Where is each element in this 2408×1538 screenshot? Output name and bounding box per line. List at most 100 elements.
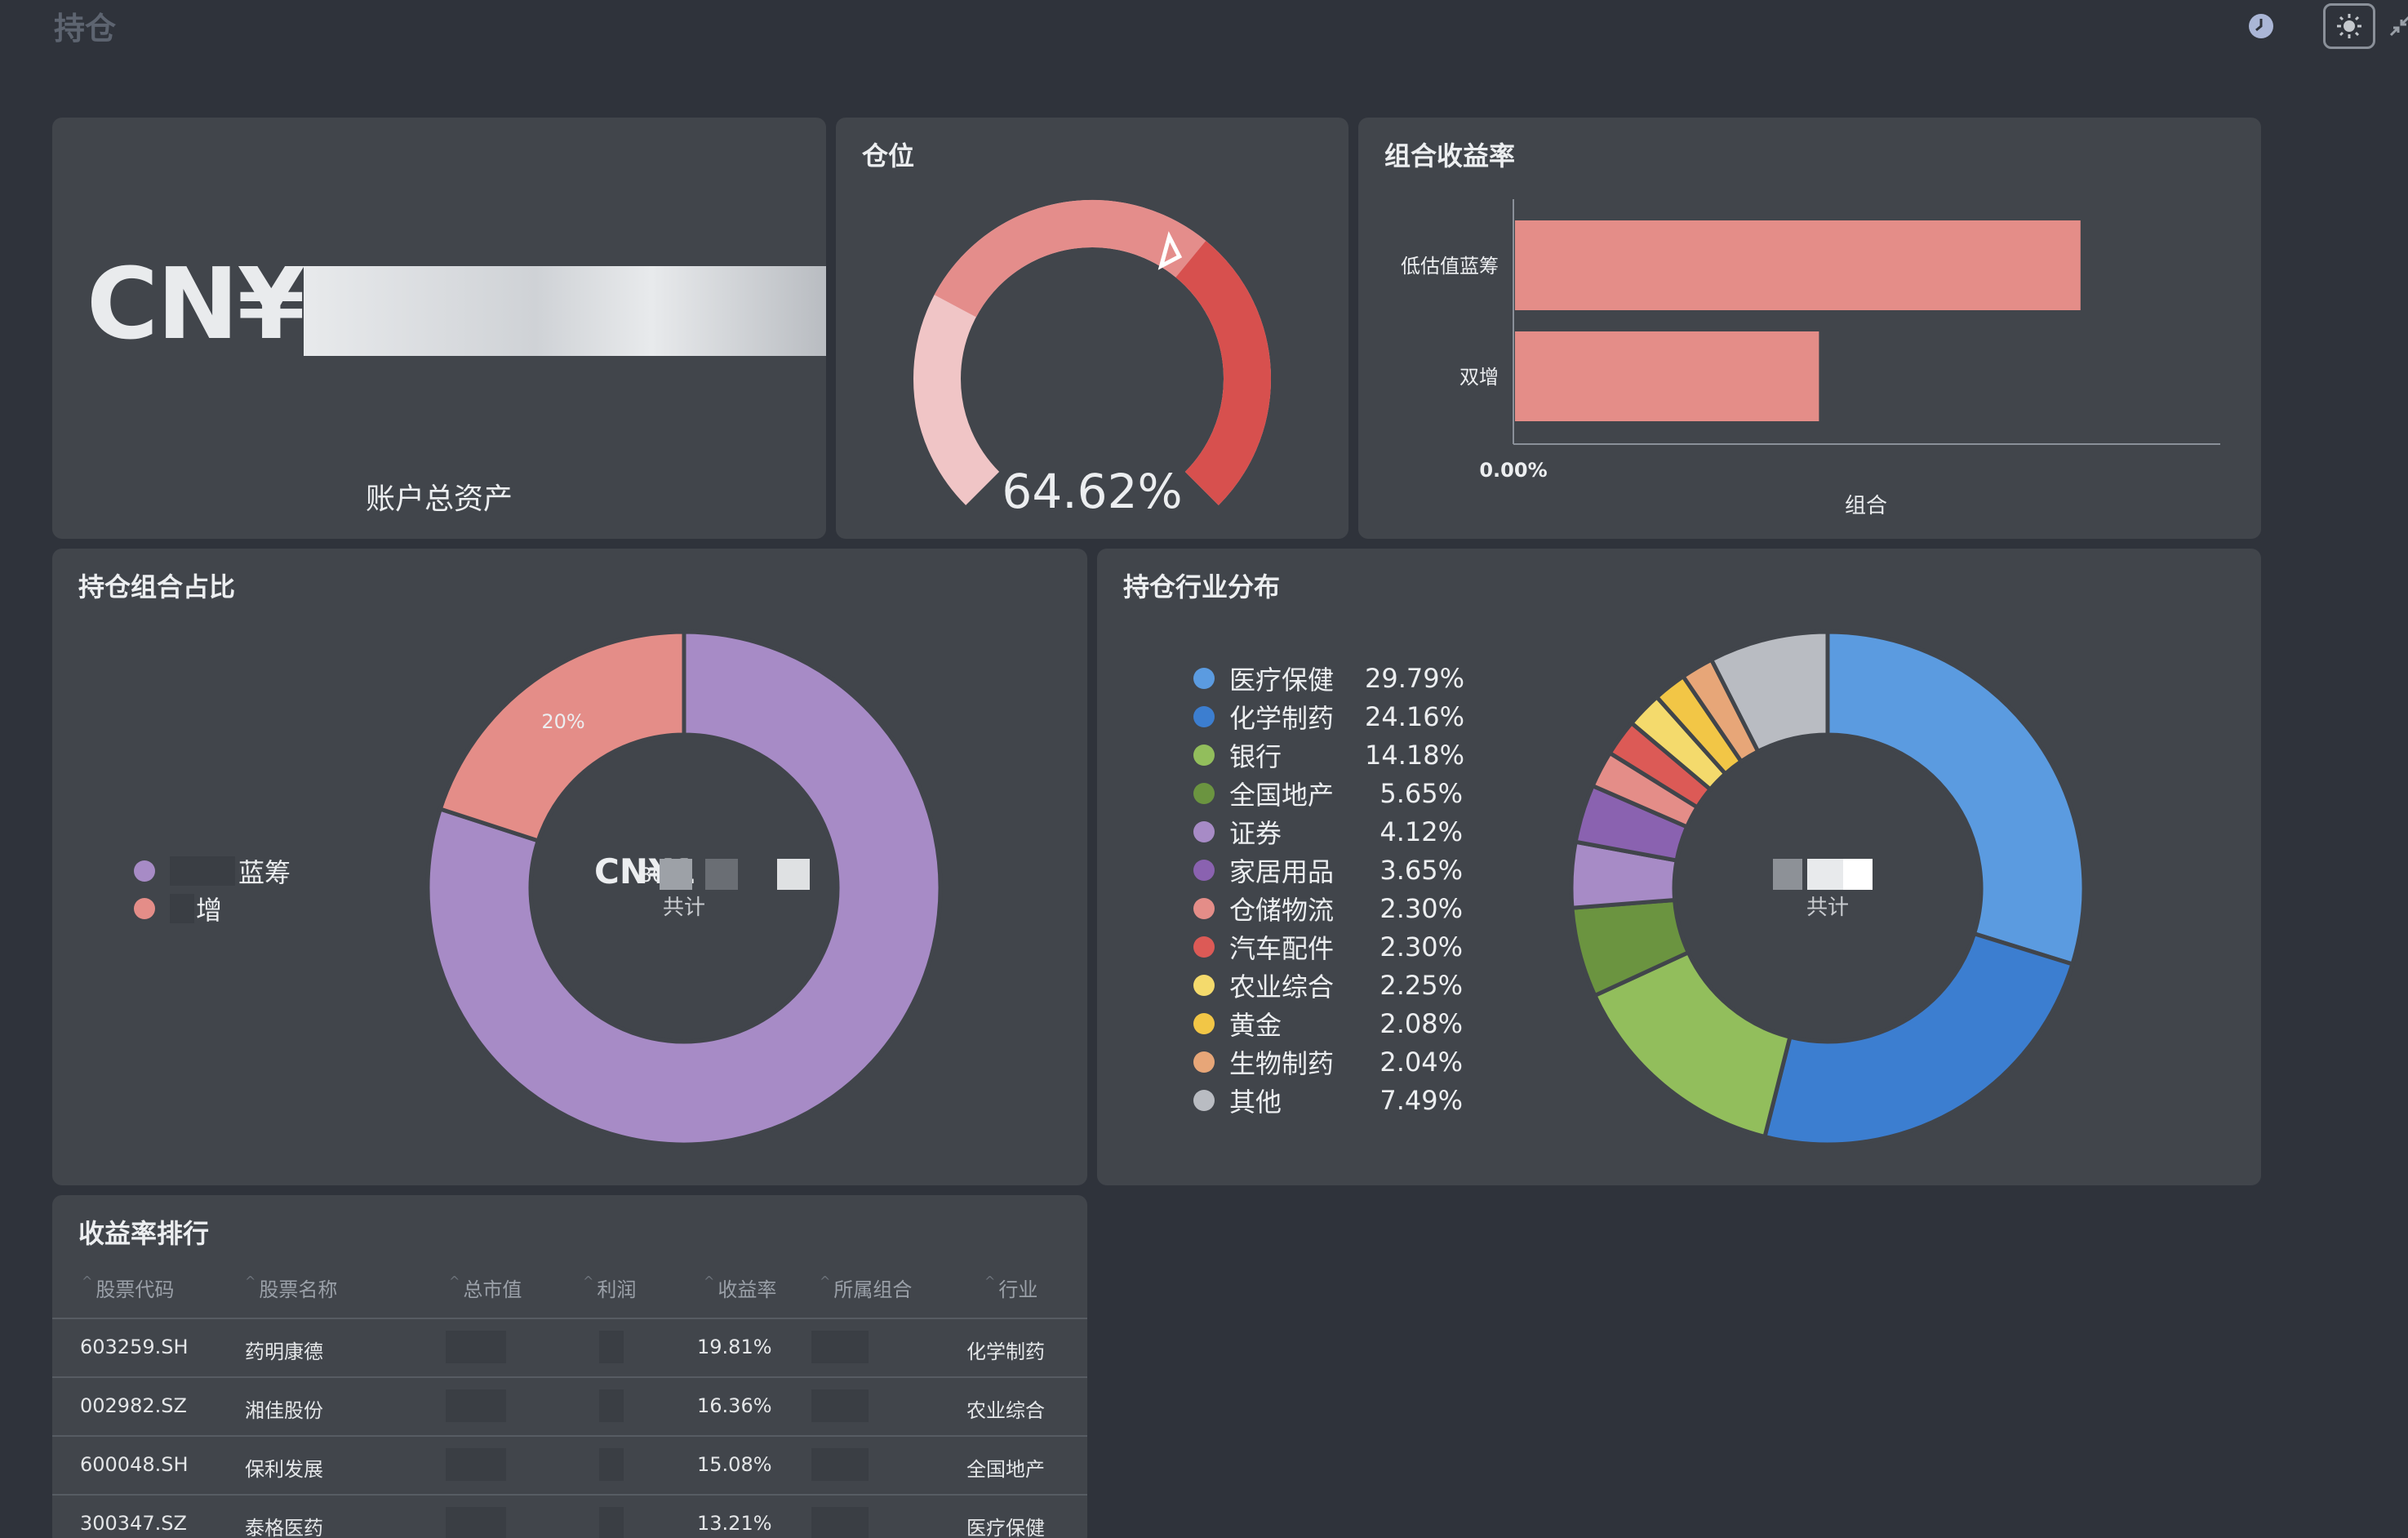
legend-label: 仓储物流	[1229, 895, 1335, 926]
industry-legend-item[interactable]: 仓储物流 2.30%	[1193, 890, 1463, 927]
industry-slice[interactable]	[1762, 931, 2076, 1147]
table-cell: 药明康德	[245, 1340, 323, 1363]
legend-percent: 2.25%	[1379, 970, 1463, 1001]
table-cell: 13.21%	[697, 1512, 772, 1535]
row-divider	[52, 1494, 1087, 1496]
sort-icon[interactable]: ^	[583, 1274, 593, 1289]
sort-icon[interactable]: ^	[245, 1274, 255, 1289]
industry-slice[interactable]	[1825, 629, 2086, 967]
sort-icon[interactable]: ^	[984, 1274, 995, 1289]
masked-cell	[599, 1331, 624, 1363]
y-tick-label: 低估值蓝筹	[1401, 255, 1499, 278]
industry-legend-item[interactable]: 农业综合 2.25%	[1193, 967, 1463, 1004]
sort-icon[interactable]: ^	[704, 1274, 714, 1289]
industry-legend-item[interactable]: 家居用品 3.65%	[1193, 851, 1463, 889]
table-cell: 保利发展	[245, 1458, 323, 1481]
table-cell: 19.81%	[697, 1336, 772, 1358]
legend-dot	[1193, 745, 1215, 766]
position-card: 仓位 64.62%	[836, 118, 1348, 539]
masked-cell	[811, 1507, 869, 1538]
industry-legend-item[interactable]: 化学制药 24.16%	[1193, 698, 1465, 736]
table-header[interactable]: ^ 收益率	[704, 1274, 776, 1302]
sort-icon[interactable]: ^	[820, 1274, 830, 1289]
table-cell: 002982.SZ	[80, 1394, 187, 1417]
legend-dot	[1193, 706, 1215, 727]
masked-value	[1807, 859, 1843, 890]
legend-percent: 7.49%	[1379, 1085, 1463, 1116]
table-header[interactable]: ^ 总市值	[449, 1274, 522, 1302]
industry-legend-item[interactable]: 医疗保健 29.79%	[1193, 660, 1465, 697]
industry-legend-item[interactable]: 生物制药 2.04%	[1193, 1043, 1463, 1081]
x-axis-label: 组合	[1845, 494, 1887, 518]
masked-value	[660, 859, 692, 890]
masked-cell	[811, 1448, 869, 1481]
masked-value	[777, 859, 810, 890]
table-header[interactable]: ^ 股票名称	[245, 1274, 337, 1302]
table-cell: 泰格医药	[245, 1517, 323, 1538]
table-header[interactable]: ^ 所属组合	[820, 1274, 912, 1302]
table-cell: 湘佳股份	[245, 1399, 323, 1422]
row-divider	[52, 1376, 1087, 1378]
portfolio-share-donut: 80% 20% CN¥1 共计	[425, 629, 943, 1147]
legend-dot	[1193, 821, 1215, 842]
portfolio-share-card: 持仓组合占比 蓝筹 增 80% 20% CN¥1 共计	[52, 549, 1087, 1185]
sun-icon[interactable]	[2323, 3, 2375, 49]
return-bar[interactable]	[1515, 331, 1819, 421]
ranking-card: 收益率排行	[52, 1195, 1087, 1538]
legend-dot	[1193, 936, 1215, 958]
legend-label: 证券	[1229, 818, 1282, 849]
legend-dot	[1193, 898, 1215, 919]
currency-symbol: CN¥	[87, 248, 305, 362]
ranking-title: 收益率排行	[78, 1218, 210, 1249]
masked-value	[705, 859, 738, 890]
legend-percent: 2.30%	[1379, 893, 1463, 924]
legend-percent: 24.16%	[1365, 701, 1465, 732]
return-bar[interactable]	[1515, 220, 2081, 310]
legend-percent: 29.79%	[1365, 663, 1465, 694]
legend-label: 化学制药	[1229, 703, 1335, 734]
x-tick-label: 0.00%	[1479, 459, 1547, 482]
industry-legend-item[interactable]: 其他 7.49%	[1193, 1082, 1463, 1119]
masked-cell	[599, 1448, 624, 1481]
legend-percent: 4.12%	[1379, 816, 1463, 847]
masked-cell	[811, 1389, 869, 1422]
masked-amount	[304, 266, 826, 357]
table-cell: 农业综合	[966, 1399, 1045, 1422]
collapse-icon[interactable]	[2374, 3, 2408, 49]
table-cell: 化学制药	[966, 1340, 1045, 1363]
industry-center-label: 共计	[1806, 896, 1849, 920]
masked-cell	[446, 1389, 506, 1422]
industry-legend-item[interactable]: 证券 4.12%	[1193, 813, 1463, 851]
legend-percent: 14.18%	[1365, 740, 1465, 771]
masked-cell	[446, 1448, 506, 1481]
industry-legend-item[interactable]: 银行 14.18%	[1193, 736, 1465, 774]
industry-legend-item[interactable]: 黄金 2.08%	[1193, 1005, 1463, 1042]
legend-percent: 2.30%	[1379, 931, 1463, 962]
share-slice[interactable]	[438, 629, 686, 844]
industry-legend-item[interactable]: 汽车配件 2.30%	[1193, 928, 1463, 966]
legend-percent: 3.65%	[1379, 855, 1463, 886]
legend-dot	[1193, 1013, 1215, 1034]
industry-legend-item[interactable]: 全国地产 5.65%	[1193, 775, 1463, 812]
position-gauge: 64.62%	[913, 200, 1271, 519]
legend-percent: 2.04%	[1379, 1047, 1463, 1078]
sort-icon[interactable]: ^	[82, 1274, 92, 1289]
table-header[interactable]: ^ 行业	[984, 1274, 1037, 1302]
legend-dot	[1193, 975, 1215, 996]
legend-dot	[1193, 1051, 1215, 1073]
table-cell: 全国地产	[966, 1458, 1045, 1481]
masked-cell	[811, 1331, 869, 1363]
total-assets-card: CN¥ 账户总资产	[52, 118, 826, 539]
table-cell: 医疗保健	[966, 1517, 1045, 1538]
table-header[interactable]: ^ 股票代码	[82, 1274, 174, 1302]
table-header[interactable]: ^ 利润	[583, 1274, 636, 1302]
legend-label: 农业综合	[1229, 971, 1335, 1002]
legend-label: 其他	[1229, 1087, 1282, 1118]
clock-icon[interactable]	[2235, 3, 2287, 49]
masked-cell	[599, 1507, 624, 1538]
gauge-high-zone	[1175, 240, 1271, 505]
sort-icon[interactable]: ^	[449, 1274, 460, 1289]
legend-dot	[1193, 1090, 1215, 1111]
table-cell: 16.36%	[697, 1394, 772, 1417]
masked-value	[1843, 859, 1873, 890]
